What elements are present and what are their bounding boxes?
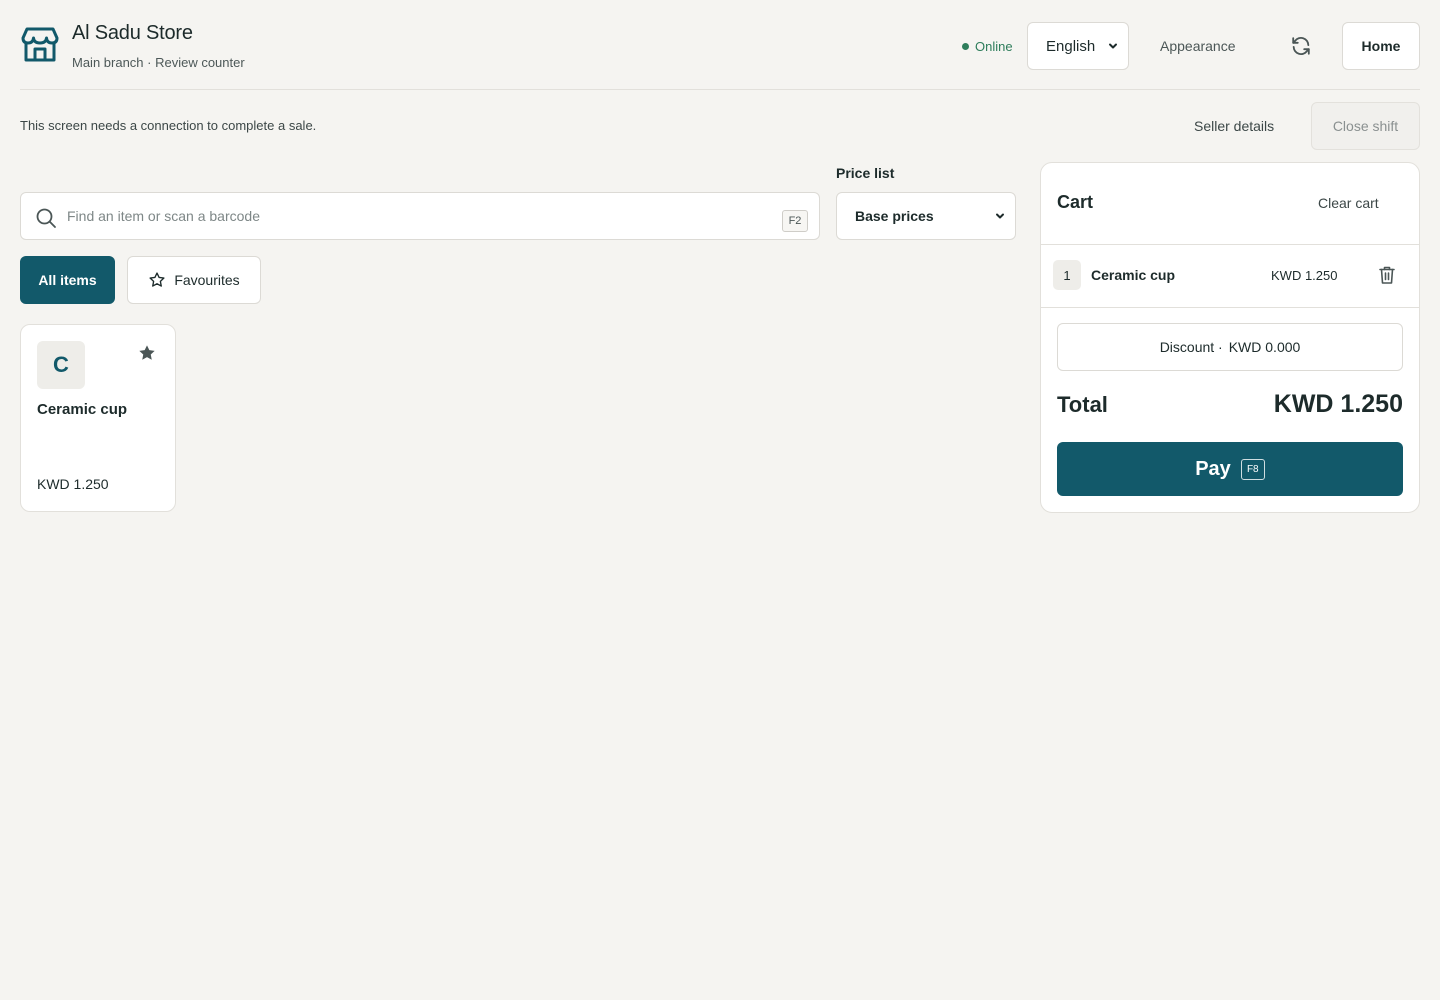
clear-cart-button[interactable]: Clear cart: [1318, 195, 1379, 211]
store-subtitle: Main branch · Review counter: [72, 55, 245, 70]
status-label: Online: [975, 39, 1013, 54]
close-shift-button[interactable]: Close shift: [1311, 102, 1420, 150]
divider: [1041, 244, 1419, 245]
pay-label: Pay: [1195, 457, 1231, 480]
search-icon: [36, 208, 56, 228]
top-header: Al Sadu Store Main branch · Review count…: [20, 0, 1420, 90]
store-name: Al Sadu Store: [72, 22, 193, 44]
tab-favourites[interactable]: Favourites: [127, 256, 261, 304]
status-dot-icon: [962, 43, 969, 50]
product-card[interactable]: C Ceramic cup KWD 1.250: [20, 324, 176, 512]
connection-status: Online: [962, 39, 1013, 54]
home-button[interactable]: Home: [1342, 22, 1420, 70]
chevron-down-icon: [996, 213, 1004, 219]
pay-shortcut-key: F8: [1240, 458, 1265, 480]
language-value: English: [1046, 37, 1096, 55]
refresh-icon[interactable]: [1290, 35, 1312, 57]
search-input[interactable]: [67, 203, 767, 229]
cart-line-price: KWD 1.250: [1271, 268, 1338, 283]
product-initial: C: [37, 341, 85, 389]
discount-label: Discount ·: [1159, 339, 1223, 355]
star-outline-icon: [149, 272, 165, 287]
search-shortcut-key: F2: [782, 210, 808, 232]
pay-button[interactable]: Pay F8: [1057, 442, 1403, 496]
divider: [1041, 307, 1419, 308]
storefront-icon: [21, 27, 59, 62]
connection-notice: This screen needs a connection to comple…: [20, 118, 317, 133]
tab-favourites-label: Favourites: [174, 272, 240, 288]
cart-title: Cart: [1057, 192, 1094, 212]
appearance-button[interactable]: Appearance: [1160, 38, 1236, 54]
total-value: KWD 1.250: [1273, 390, 1403, 418]
search-box: F2: [20, 192, 820, 240]
price-list-value: Base prices: [855, 208, 934, 224]
star-filled-icon[interactable]: [137, 343, 157, 363]
cart-panel: Cart Clear cart 1 Ceramic cup KWD 1.250 …: [1040, 162, 1420, 513]
product-price: KWD 1.250: [37, 476, 109, 492]
price-list-label: Price list: [836, 165, 895, 181]
cart-line-quantity[interactable]: 1: [1053, 260, 1081, 290]
tab-all-items[interactable]: All items: [20, 256, 115, 304]
price-list-select[interactable]: Base prices: [836, 192, 1016, 240]
language-select[interactable]: English: [1027, 22, 1129, 70]
total-label: Total: [1057, 392, 1108, 417]
discount-value: KWD 0.000: [1228, 339, 1301, 355]
trash-icon[interactable]: [1378, 265, 1396, 285]
product-name: Ceramic cup: [37, 401, 128, 418]
seller-details-button[interactable]: Seller details: [1194, 118, 1274, 134]
chevron-down-icon: [1109, 43, 1117, 49]
discount-button[interactable]: Discount · KWD 0.000: [1057, 323, 1403, 371]
cart-line-name: Ceramic cup: [1091, 267, 1176, 283]
